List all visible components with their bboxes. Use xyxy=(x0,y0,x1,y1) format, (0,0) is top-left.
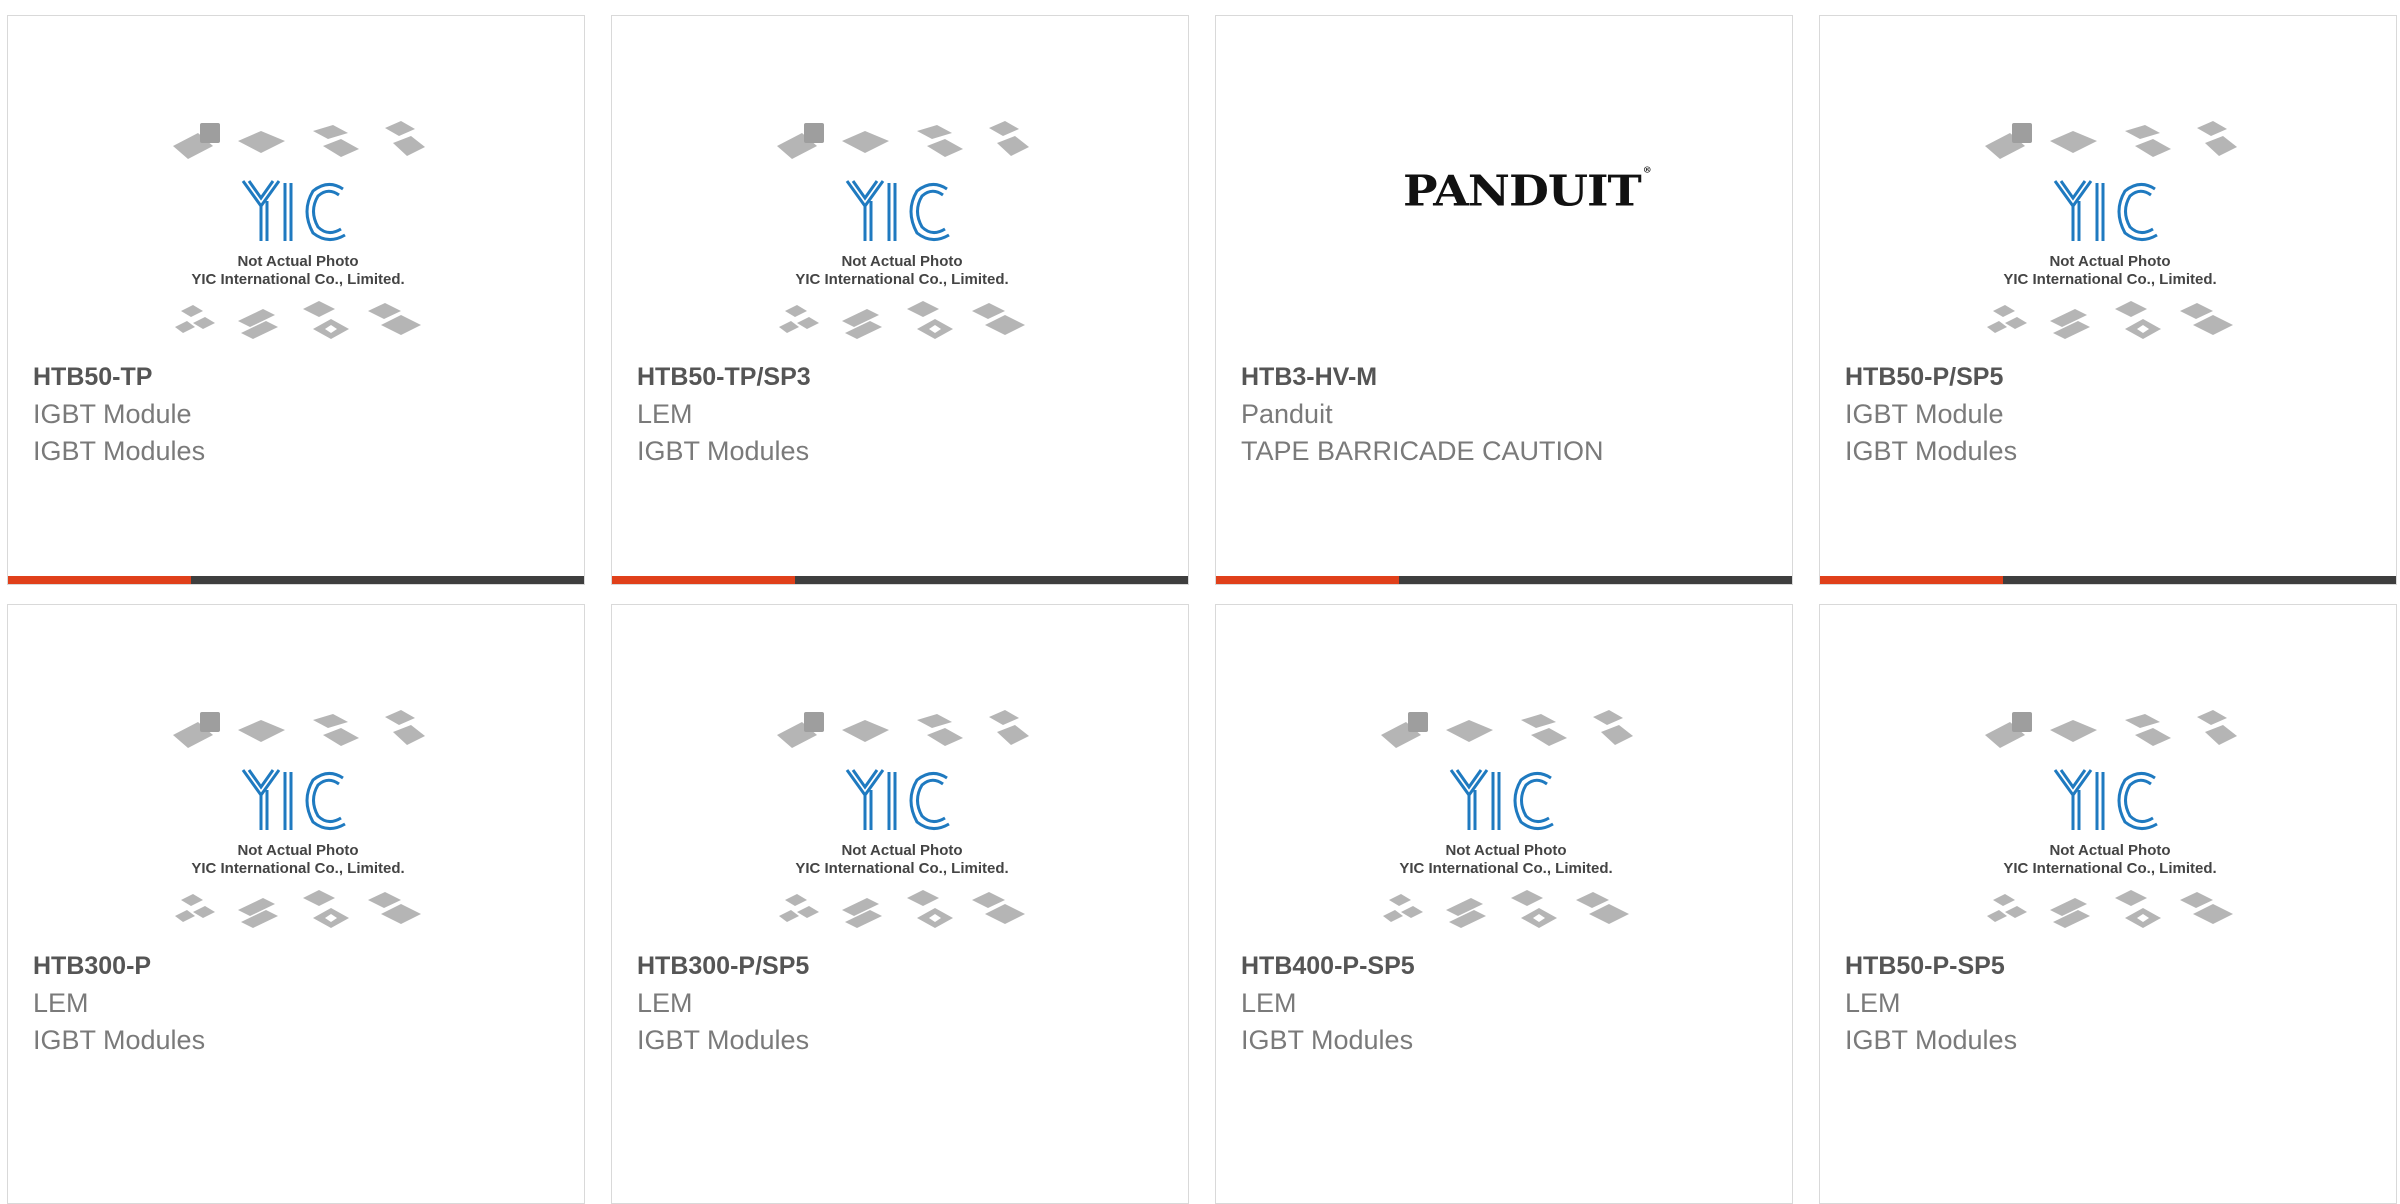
yic-placeholder-graphic: Not Actual Photo YIC International Co., … xyxy=(1985,121,2237,339)
placeholder-text-1: Not Actual Photo xyxy=(841,842,962,859)
placeholder-text-1: Not Actual Photo xyxy=(1445,842,1566,859)
placeholder-text-2: YIC International Co., Limited. xyxy=(191,860,404,877)
category: IGBT Modules xyxy=(1845,436,2018,466)
product-card[interactable]: PANDUIT ® HTB3-HV-M Panduit TAPE BARRICADE C… xyxy=(1215,15,1793,585)
yic-placeholder-graphic: Not Actual Photo YIC International Co., … xyxy=(173,121,425,339)
manufacturer: LEM xyxy=(33,988,89,1018)
manufacturer: IGBT Module xyxy=(1845,399,2004,429)
product-image[interactable]: Not Actual Photo YIC International Co., … xyxy=(612,605,1188,950)
manufacturer: LEM xyxy=(637,399,693,429)
panduit-logo: PANDUIT ® xyxy=(1403,166,1652,216)
card-accent-bar xyxy=(1820,576,2003,584)
manufacturer: Panduit xyxy=(1241,399,1333,429)
product-card[interactable]: Not Actual Photo YIC International Co., … xyxy=(1819,604,2397,1204)
yic-placeholder-graphic: Not Actual Photo YIC International Co., … xyxy=(173,710,425,928)
product-card[interactable]: Not Actual Photo YIC International Co., … xyxy=(7,15,585,585)
product-image[interactable]: Not Actual Photo YIC International Co., … xyxy=(612,16,1188,361)
product-card[interactable]: Not Actual Photo YIC International Co., … xyxy=(1819,15,2397,585)
product-grid: Not Actual Photo YIC International Co., … xyxy=(0,0,2400,1204)
placeholder-text-2: YIC International Co., Limited. xyxy=(1399,860,1612,877)
part-number[interactable]: HTB400-P-SP5 xyxy=(1241,948,1772,985)
card-bottom-bar xyxy=(1820,576,2396,584)
product-card[interactable]: Not Actual Photo YIC International Co., … xyxy=(7,604,585,1204)
yic-placeholder-graphic: Not Actual Photo YIC International Co., … xyxy=(1985,710,2237,928)
yic-placeholder-graphic: Not Actual Photo YIC International Co., … xyxy=(777,121,1029,339)
product-card[interactable]: Not Actual Photo YIC International Co., … xyxy=(611,15,1189,585)
placeholder-text-1: Not Actual Photo xyxy=(2049,842,2170,859)
category: IGBT Modules xyxy=(637,1025,810,1055)
product-info: HTB50-P/SP5 IGBT Module IGBT Modules xyxy=(1845,359,2376,470)
yic-placeholder-graphic: Not Actual Photo YIC International Co., … xyxy=(1381,710,1633,928)
placeholder-text-2: YIC International Co., Limited. xyxy=(795,271,1008,288)
card-bottom-bar xyxy=(8,576,584,584)
category: IGBT Modules xyxy=(33,436,206,466)
card-bottom-bar xyxy=(1216,576,1792,584)
category: IGBT Modules xyxy=(1241,1025,1414,1055)
placeholder-text-1: Not Actual Photo xyxy=(2049,253,2170,270)
product-info: HTB300-P LEM IGBT Modules xyxy=(33,948,564,1059)
card-accent-bar xyxy=(612,576,795,584)
part-number[interactable]: HTB300-P xyxy=(33,948,564,985)
part-number[interactable]: HTB50-TP/SP3 xyxy=(637,359,1168,396)
product-info: HTB3-HV-M Panduit TAPE BARRICADE CAUTION xyxy=(1241,359,1772,470)
manufacturer: LEM xyxy=(1241,988,1297,1018)
placeholder-text-2: YIC International Co., Limited. xyxy=(795,860,1008,877)
product-image[interactable]: Not Actual Photo YIC International Co., … xyxy=(1216,605,1792,950)
part-number[interactable]: HTB3-HV-M xyxy=(1241,359,1772,396)
manufacturer: IGBT Module xyxy=(33,399,192,429)
placeholder-text-1: Not Actual Photo xyxy=(237,842,358,859)
placeholder-text-2: YIC International Co., Limited. xyxy=(2003,860,2216,877)
product-card[interactable]: Not Actual Photo YIC International Co., … xyxy=(1215,604,1793,1204)
placeholder-text-2: YIC International Co., Limited. xyxy=(191,271,404,288)
manufacturer: LEM xyxy=(1845,988,1901,1018)
category: IGBT Modules xyxy=(637,436,810,466)
product-image[interactable]: Not Actual Photo YIC International Co., … xyxy=(1820,16,2396,361)
card-accent-bar xyxy=(1216,576,1399,584)
yic-placeholder-graphic: Not Actual Photo YIC International Co., … xyxy=(777,710,1029,928)
part-number[interactable]: HTB50-P-SP5 xyxy=(1845,948,2376,985)
product-info: HTB300-P/SP5 LEM IGBT Modules xyxy=(637,948,1168,1059)
part-number[interactable]: HTB50-P/SP5 xyxy=(1845,359,2376,396)
part-number[interactable]: HTB300-P/SP5 xyxy=(637,948,1168,985)
placeholder-text-1: Not Actual Photo xyxy=(841,253,962,270)
product-image[interactable]: Not Actual Photo YIC International Co., … xyxy=(1820,605,2396,950)
placeholder-text-2: YIC International Co., Limited. xyxy=(2003,271,2216,288)
product-image[interactable]: PANDUIT ® xyxy=(1216,16,1792,361)
product-info: HTB50-P-SP5 LEM IGBT Modules xyxy=(1845,948,2376,1059)
card-accent-bar xyxy=(8,576,191,584)
category: IGBT Modules xyxy=(1845,1025,2018,1055)
placeholder-text-1: Not Actual Photo xyxy=(237,253,358,270)
category: IGBT Modules xyxy=(33,1025,206,1055)
product-info: HTB50-TP IGBT Module IGBT Modules xyxy=(33,359,564,470)
card-bottom-bar xyxy=(612,576,1188,584)
product-info: HTB50-TP/SP3 LEM IGBT Modules xyxy=(637,359,1168,470)
product-image[interactable]: Not Actual Photo YIC International Co., … xyxy=(8,16,584,361)
product-info: HTB400-P-SP5 LEM IGBT Modules xyxy=(1241,948,1772,1059)
product-card[interactable]: Not Actual Photo YIC International Co., … xyxy=(611,604,1189,1204)
manufacturer: LEM xyxy=(637,988,693,1018)
part-number[interactable]: HTB50-TP xyxy=(33,359,564,396)
category: TAPE BARRICADE CAUTION xyxy=(1241,436,1604,466)
product-image[interactable]: Not Actual Photo YIC International Co., … xyxy=(8,605,584,950)
